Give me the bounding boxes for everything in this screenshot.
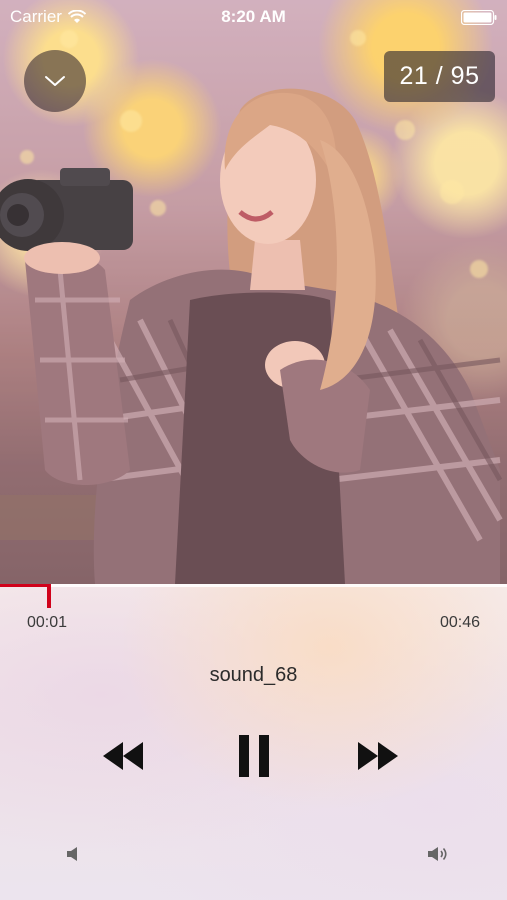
pause-button[interactable] <box>228 732 280 780</box>
page-counter: 21 / 95 <box>384 51 495 102</box>
transport-controls <box>0 732 507 780</box>
status-bar: Carrier 8:20 AM <box>0 0 507 34</box>
progress-fill <box>0 584 49 587</box>
total-duration: 00:46 <box>439 614 480 631</box>
fast-forward-icon <box>358 742 398 770</box>
fast-forward-button[interactable] <box>351 732 403 780</box>
progress-handle[interactable] <box>47 584 51 608</box>
pause-icon <box>239 735 269 777</box>
rewind-button[interactable] <box>98 732 150 780</box>
battery-icon <box>461 10 497 25</box>
elapsed-time: 00:01 <box>27 614 68 631</box>
volume-low-icon <box>67 847 77 861</box>
progress-slider[interactable] <box>0 584 507 608</box>
audio-player: 00:01 00:46 sound_68 <box>0 584 507 900</box>
volume-row <box>0 846 507 866</box>
status-time: 8:20 AM <box>221 7 286 26</box>
rewind-icon <box>103 742 143 770</box>
volume-high-icon <box>428 847 447 861</box>
chevron-down-icon <box>45 76 65 86</box>
track-title: sound_68 <box>209 664 298 686</box>
dismiss-button[interactable] <box>24 50 86 112</box>
